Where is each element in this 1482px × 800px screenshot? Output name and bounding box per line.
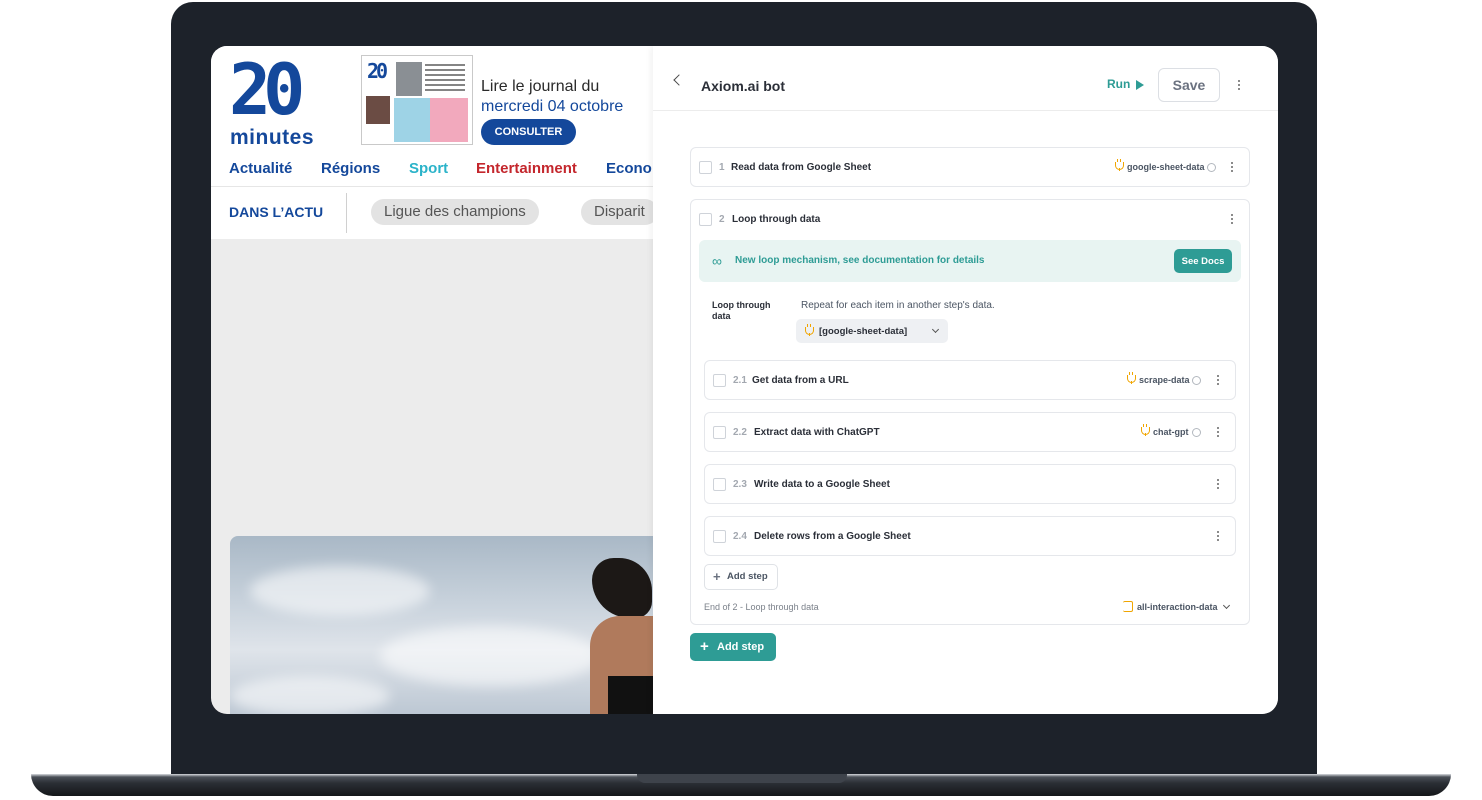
nav-sport[interactable]: Sport bbox=[409, 160, 448, 177]
plug-icon bbox=[805, 324, 814, 336]
chevron-down-icon bbox=[931, 325, 940, 334]
thumbnail-text-lines bbox=[425, 64, 465, 92]
step-data-tag[interactable]: scrape-data bbox=[1139, 375, 1190, 385]
loop-end-label: End of 2 - Loop through data bbox=[704, 602, 819, 612]
bot-title: Axiom.ai bot bbox=[701, 78, 786, 94]
plug-icon bbox=[1127, 372, 1136, 384]
journal-line-1: Lire le journal du bbox=[481, 78, 600, 95]
sky-cloud bbox=[380, 626, 600, 686]
step-number: 2.4 bbox=[733, 531, 747, 542]
step-title: Get data from a URL bbox=[752, 375, 849, 386]
actu-divider bbox=[346, 193, 347, 233]
topic-pill-ligue[interactable]: Ligue des champions bbox=[371, 199, 539, 225]
more-options-icon[interactable] bbox=[1230, 162, 1234, 172]
step-card[interactable]: 1 Read data from Google Sheet google-she… bbox=[690, 147, 1250, 187]
add-step-button[interactable]: + Add step bbox=[690, 633, 776, 661]
play-icon[interactable] bbox=[1136, 80, 1144, 90]
nav-actualite[interactable]: Actualité bbox=[229, 160, 292, 177]
logo-number: 20 bbox=[229, 49, 305, 131]
laptop-notch bbox=[637, 774, 847, 783]
thumbnail-logo: 20 bbox=[367, 59, 388, 83]
add-step-label: Add step bbox=[727, 571, 768, 582]
article-hero-image[interactable] bbox=[230, 536, 660, 714]
infinity-icon: ∞ bbox=[712, 253, 722, 269]
chevron-left-icon[interactable] bbox=[673, 74, 685, 86]
more-options-icon[interactable] bbox=[1216, 375, 1220, 385]
step-title: Read data from Google Sheet bbox=[731, 162, 872, 173]
step-title: Extract data with ChatGPT bbox=[754, 427, 880, 438]
step-title: Delete rows from a Google Sheet bbox=[754, 531, 911, 542]
step-number: 2.2 bbox=[733, 427, 747, 438]
consulter-button[interactable]: CONSULTER bbox=[481, 119, 576, 145]
save-button[interactable]: Save bbox=[1158, 68, 1220, 102]
run-button[interactable]: Run bbox=[1107, 77, 1130, 91]
info-icon[interactable] bbox=[1207, 163, 1216, 172]
add-substep-button[interactable]: + Add step bbox=[704, 564, 778, 590]
step-number: 2 bbox=[719, 214, 725, 225]
step-number: 2.1 bbox=[733, 375, 747, 386]
sky-cloud bbox=[250, 566, 430, 616]
thumbnail-illustration-pink bbox=[430, 98, 468, 142]
more-options-icon[interactable] bbox=[1230, 214, 1234, 224]
plus-icon: + bbox=[713, 569, 721, 584]
more-options-icon[interactable] bbox=[1216, 531, 1220, 541]
runner-hair bbox=[592, 558, 652, 618]
step-number: 1 bbox=[719, 162, 725, 173]
panel-header: Axiom.ai bot Run Save bbox=[653, 46, 1278, 111]
dans-actu-label: DANS L’ACTU bbox=[229, 204, 324, 220]
substep-card[interactable]: 2.2 Extract data with ChatGPT chat-gpt bbox=[704, 412, 1236, 452]
more-options-icon[interactable] bbox=[1216, 479, 1220, 489]
laptop-screen: 20 minutes 20 Lire le journal du mercred… bbox=[211, 46, 1278, 714]
nav-regions[interactable]: Régions bbox=[321, 160, 380, 177]
step-checkbox[interactable] bbox=[713, 374, 726, 387]
substep-card[interactable]: 2.3 Write data to a Google Sheet bbox=[704, 464, 1236, 504]
step-title: Loop through data bbox=[732, 214, 821, 225]
journal-date: mercredi 04 octobre bbox=[481, 98, 624, 115]
actu-bar: DANS L’ACTU Ligue des champions Disparit bbox=[211, 186, 658, 239]
nav-economie[interactable]: Econo bbox=[606, 160, 652, 177]
step-checkbox[interactable] bbox=[699, 213, 712, 226]
thumbnail-illustration-blue bbox=[394, 98, 430, 142]
loop-output-tag[interactable]: all-interaction-data bbox=[1137, 602, 1218, 612]
plug-icon bbox=[1141, 424, 1150, 436]
thumbnail-photo bbox=[396, 62, 422, 96]
site-logo[interactable]: 20 minutes bbox=[229, 50, 321, 149]
thumbnail-photo-small bbox=[366, 96, 390, 124]
loop-data-selected: [google-sheet-data] bbox=[819, 326, 908, 337]
axiom-panel: Axiom.ai bot Run Save 1 Read data from G… bbox=[653, 46, 1278, 714]
sky-cloud bbox=[230, 676, 390, 714]
plus-icon: + bbox=[700, 638, 709, 655]
plug-icon bbox=[1123, 601, 1133, 612]
info-icon[interactable] bbox=[1192, 376, 1201, 385]
substep-card[interactable]: 2.4 Delete rows from a Google Sheet bbox=[704, 516, 1236, 556]
loop-info-banner: ∞ New loop mechanism, see documentation … bbox=[699, 240, 1241, 282]
step-title: Write data to a Google Sheet bbox=[754, 479, 890, 490]
loop-banner-text: New loop mechanism, see documentation fo… bbox=[735, 255, 985, 266]
substep-card[interactable]: 2.1 Get data from a URL scrape-data bbox=[704, 360, 1236, 400]
step-checkbox[interactable] bbox=[713, 530, 726, 543]
loop-field-label: Loop through data bbox=[712, 300, 771, 321]
see-docs-button[interactable]: See Docs bbox=[1174, 249, 1232, 273]
step-data-tag[interactable]: chat-gpt bbox=[1153, 427, 1189, 437]
step-checkbox[interactable] bbox=[699, 161, 712, 174]
add-step-label: Add step bbox=[717, 641, 765, 653]
step-data-tag[interactable]: google-sheet-data bbox=[1127, 162, 1205, 172]
step-number: 2.3 bbox=[733, 479, 747, 490]
topic-pill-disparition[interactable]: Disparit bbox=[581, 199, 658, 225]
info-icon[interactable] bbox=[1192, 428, 1201, 437]
more-options-icon[interactable] bbox=[1216, 427, 1220, 437]
step-checkbox[interactable] bbox=[713, 426, 726, 439]
loop-data-select[interactable]: [google-sheet-data] bbox=[796, 319, 948, 343]
more-options-icon[interactable] bbox=[1237, 80, 1241, 90]
nav-entertainment[interactable]: Entertainment bbox=[476, 160, 577, 177]
logo-word: minutes bbox=[230, 126, 315, 149]
plug-icon bbox=[1115, 159, 1124, 171]
step-checkbox[interactable] bbox=[713, 478, 726, 491]
newspaper-thumbnail[interactable]: 20 bbox=[361, 55, 473, 145]
news-site-header: 20 minutes 20 Lire le journal du mercred… bbox=[211, 46, 658, 239]
loop-field-description: Repeat for each item in another step's d… bbox=[801, 300, 995, 311]
